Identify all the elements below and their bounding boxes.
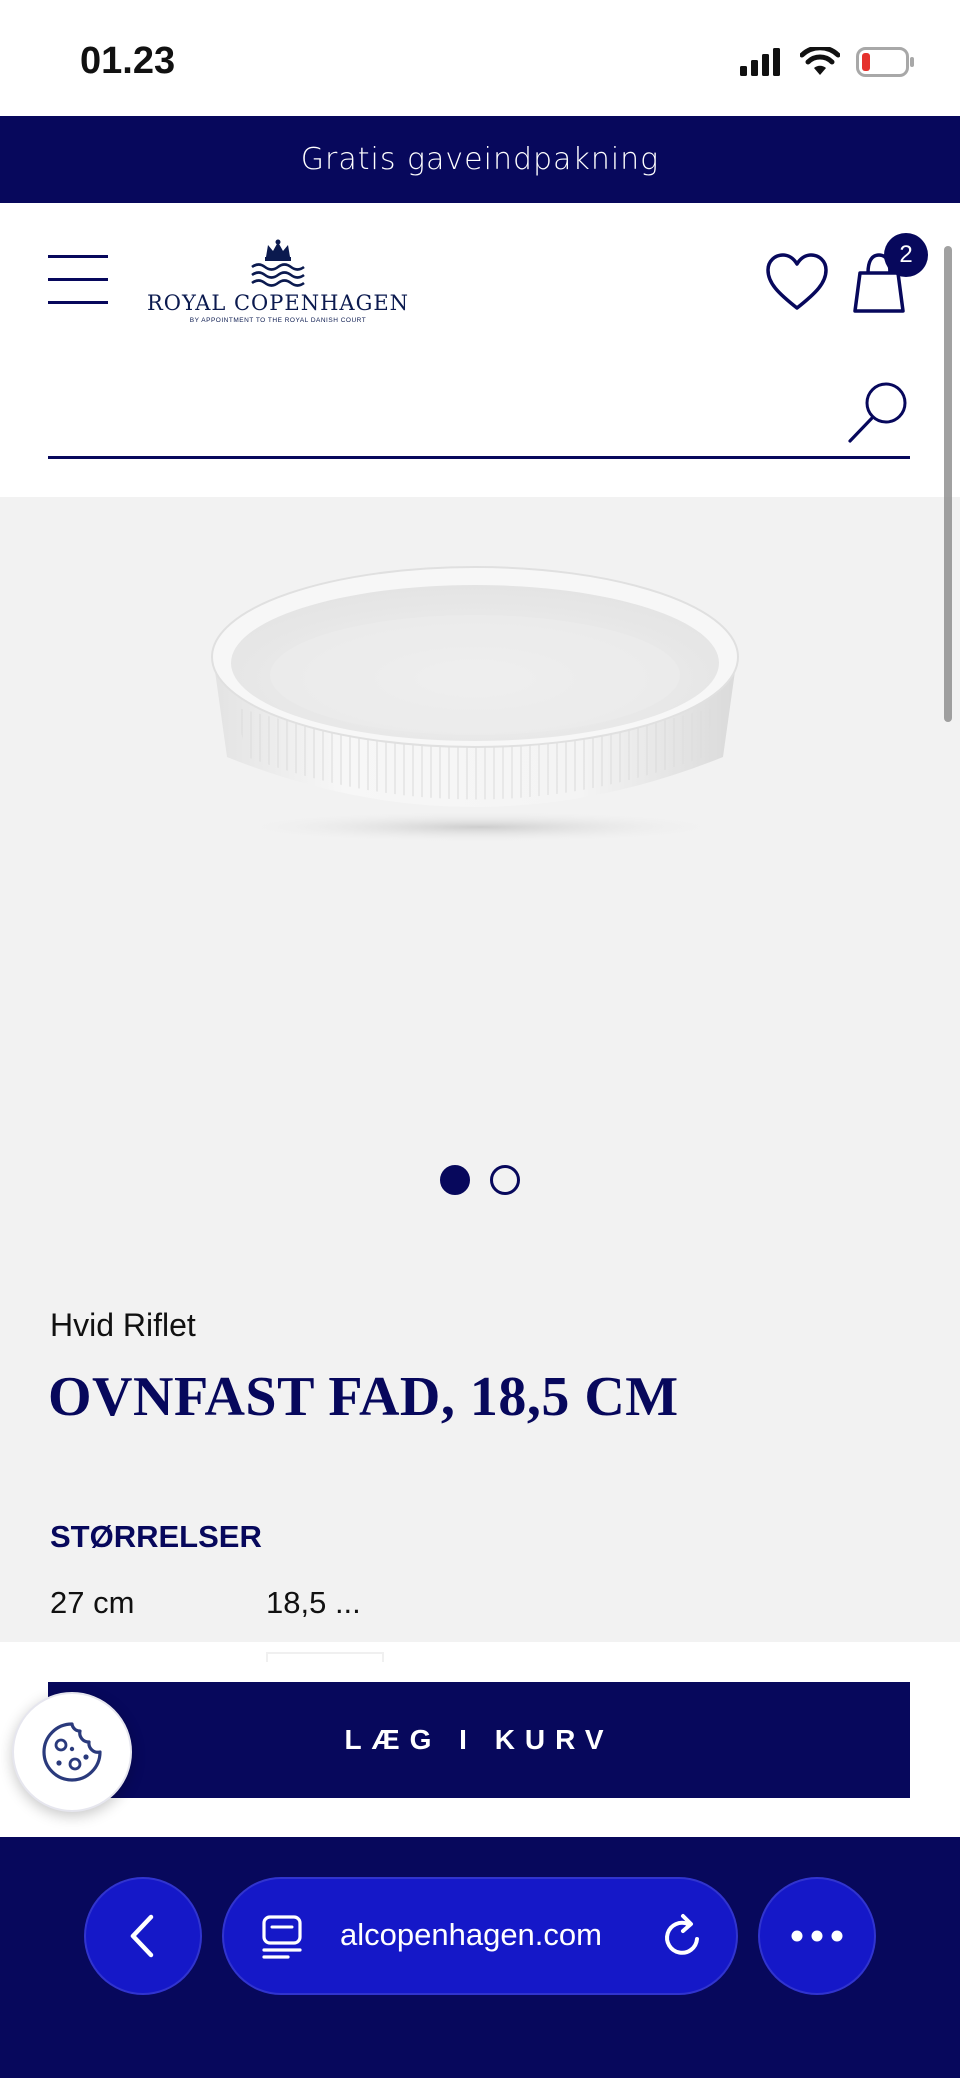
search-button[interactable]	[846, 381, 910, 445]
product-info: Hvid Riflet OVNFAST FAD, 18,5 CM STØRREL…	[0, 1257, 960, 1642]
gallery-dot-2[interactable]	[490, 1165, 520, 1195]
browser-back-button[interactable]	[84, 1877, 202, 1995]
search-field	[48, 363, 910, 459]
size-option-27cm[interactable]: 27 cm	[50, 1585, 134, 1621]
wishlist-button[interactable]	[764, 251, 830, 313]
signal-icon	[740, 48, 780, 76]
search-icon	[848, 382, 907, 443]
royal-copenhagen-logo[interactable]: ROYAL COPENHAGEN BY APPOINTMENT TO THE R…	[146, 239, 410, 329]
menu-icon	[48, 255, 108, 258]
gallery-pagination	[0, 1165, 960, 1195]
size-option-18-5cm[interactable]: 18,5 ...	[266, 1585, 361, 1621]
menu-button[interactable]	[48, 255, 110, 305]
address-url: alcopenhagen.com	[340, 1917, 602, 1952]
selected-size-indicator	[266, 1652, 384, 1662]
search-input[interactable]	[48, 383, 828, 443]
promo-banner[interactable]: Gratis gaveindpakning	[0, 116, 960, 203]
chevron-left-icon	[130, 1914, 154, 1958]
promo-text: Gratis gaveindpakning	[300, 142, 660, 177]
logo-wordmark: ROYAL COPENHAGEN	[146, 291, 410, 315]
logo-tagline: BY APPOINTMENT TO THE ROYAL DANISH COURT	[189, 317, 367, 324]
product-title: OVNFAST FAD, 18,5 CM	[48, 1366, 679, 1428]
product-image	[211, 566, 739, 843]
cart-count-badge: 2	[884, 233, 928, 277]
page-menu-icon	[262, 1915, 302, 1959]
scroll-indicator[interactable]	[944, 246, 952, 722]
reload-icon[interactable]	[658, 1911, 708, 1961]
cookie-settings-button[interactable]	[12, 1692, 132, 1812]
menu-icon-line	[48, 301, 108, 304]
browser-address-bar[interactable]: alcopenhagen.com	[222, 1877, 738, 1995]
status-time: 01.23	[80, 40, 176, 82]
site-header: ROYAL COPENHAGEN BY APPOINTMENT TO THE R…	[0, 203, 960, 497]
gallery-dot-1[interactable]	[440, 1165, 470, 1195]
add-to-cart-button[interactable]: LÆG I KURV	[48, 1682, 910, 1798]
status-bar: 01.23	[0, 0, 960, 116]
browser-more-button[interactable]	[758, 1877, 876, 1995]
battery-icon	[856, 47, 914, 77]
crown-waves-icon	[251, 239, 305, 287]
sizes-heading: STØRRELSER	[50, 1519, 262, 1554]
cookie-icon	[42, 1722, 102, 1782]
heart-icon	[766, 253, 828, 310]
status-icons	[740, 44, 916, 80]
ellipsis-icon	[791, 1930, 843, 1942]
browser-toolbar: alcopenhagen.com	[0, 1837, 960, 2078]
product-collection[interactable]: Hvid Riflet	[50, 1307, 196, 1344]
product-image-gallery[interactable]	[0, 497, 960, 1257]
wifi-icon	[800, 47, 840, 75]
menu-icon-line	[48, 278, 108, 281]
add-to-cart-bar: LÆG I KURV	[0, 1642, 960, 1837]
